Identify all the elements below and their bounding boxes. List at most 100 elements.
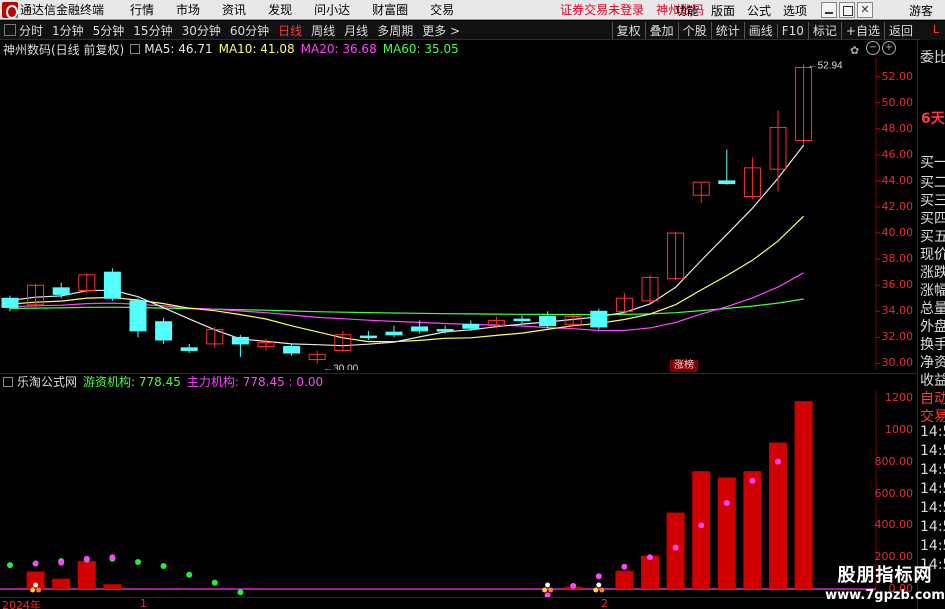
sidebar-item[interactable]: 外盘 (920, 316, 945, 336)
sidebar-item[interactable]: 14:56 (920, 538, 945, 554)
price-tick: 42.00 (881, 199, 914, 213)
indicator-bar (794, 401, 813, 590)
period-60min[interactable]: 60分钟 (230, 22, 269, 39)
main-panel-header: 神州数码(日线 前复权) MA5: 46.71 MA10: 41.08 MA20… (0, 41, 465, 57)
adjust-button[interactable]: 复权 (611, 22, 645, 39)
sidebar-item[interactable]: 涨跌 (920, 262, 945, 282)
indicator-bar (77, 561, 96, 590)
sidebar-item[interactable]: 14:56 (920, 462, 945, 478)
menu-formula[interactable]: 公式 (747, 2, 771, 19)
guest-label[interactable]: 游客 (909, 2, 933, 19)
period-1min[interactable]: 1分钟 (52, 22, 84, 39)
minimize-icon[interactable] (820, 2, 837, 18)
panel-toggle-icon[interactable] (4, 24, 16, 36)
sidebar-item[interactable]: 净资 (920, 352, 945, 372)
magenta-dot (647, 554, 653, 561)
price-tick: 36.00 (881, 278, 914, 292)
ma10-label: MA10: 41.08 (218, 42, 295, 56)
indicator-chart[interactable] (0, 390, 917, 597)
sidebar-item[interactable]: 14:56 (920, 481, 945, 497)
stats-button[interactable]: 统计 (710, 22, 744, 39)
period-5min[interactable]: 5分钟 (93, 22, 125, 39)
period-15min[interactable]: 15分钟 (133, 22, 172, 39)
youzi-label: 游资机构: 778.45 (83, 375, 181, 389)
maximize-icon[interactable] (838, 2, 855, 18)
candle-body (180, 347, 198, 351)
ma10-line (9, 215, 805, 343)
chart-settings-icon[interactable] (130, 44, 141, 54)
limit-up-tag: 涨榜 (670, 360, 698, 372)
magenta-dot (595, 573, 602, 580)
sidebar-item[interactable]: 14:56 (920, 424, 945, 440)
candlestick-chart[interactable]: ←52.94 ←30.00 (0, 57, 917, 370)
high-price-label: ←52.94 (808, 60, 843, 71)
menu-trade[interactable]: 交易 (430, 1, 454, 18)
login-warning[interactable]: 证券交易未登录 (560, 1, 644, 18)
sidebar-item[interactable]: 买三 (920, 190, 945, 210)
menu-options[interactable]: 选项 (783, 2, 807, 19)
green-dot (211, 579, 218, 586)
indicator-bar (641, 555, 659, 590)
sidebar-item[interactable]: 收益 (920, 370, 945, 390)
sidebar-item[interactable]: 交易 (920, 406, 945, 426)
sidebar-item[interactable]: 自动 (920, 388, 945, 408)
menu-function[interactable]: 功能 (675, 2, 699, 19)
low-price-label: ←30.00 (323, 363, 358, 370)
sidebar-item[interactable]: 14:56 (920, 500, 945, 516)
menu-wealth[interactable]: 财富圈 (372, 1, 408, 18)
sidebar-item[interactable]: 买二 (920, 172, 945, 192)
ma5-label: MA5: 46.71 (144, 42, 213, 56)
menu-market[interactable]: 行情 (130, 1, 154, 18)
panel-settings-icon[interactable]: ✿ (850, 44, 859, 57)
panel-minus-icon[interactable]: − (866, 41, 880, 55)
sidebar-item[interactable]: 买一 (920, 152, 945, 172)
sidebar-item[interactable]: 总量 (920, 298, 945, 318)
green-dot (160, 562, 167, 569)
ma5-line (9, 144, 805, 347)
add-watchlist-button[interactable]: +自选 (840, 22, 884, 39)
app-title: 通达信金融终端 (20, 3, 105, 17)
indicator-bar (52, 578, 71, 590)
f10-button[interactable]: F10 (776, 23, 808, 38)
mark-button[interactable]: 标记 (807, 22, 841, 39)
sidebar-item[interactable]: 换手 (920, 334, 945, 354)
period-weekly[interactable]: 周线 (311, 22, 335, 39)
period-multi[interactable]: 多周期 (377, 22, 413, 39)
sidebar-item[interactable]: 14:56 (920, 519, 945, 535)
period-monthly[interactable]: 月线 (344, 22, 368, 39)
menu-ask[interactable]: 问小达 (314, 1, 350, 18)
time-label-year: 2024年 (2, 599, 41, 609)
candle-body (462, 323, 480, 329)
period-30min[interactable]: 30分钟 (182, 22, 221, 39)
period-daily[interactable]: 日线 (278, 22, 302, 39)
sidebar-item[interactable]: 买四 (920, 208, 945, 228)
side-toggle[interactable]: L (920, 21, 945, 40)
sub-settings-icon[interactable] (3, 376, 13, 387)
panel-plus-icon[interactable]: + (882, 41, 896, 55)
sidebar-item[interactable]: 涨幅 (920, 280, 945, 300)
signal-marker (548, 587, 554, 593)
menu-markets[interactable]: 市场 (176, 1, 200, 18)
menu-news[interactable]: 资讯 (222, 1, 246, 18)
quote-sidebar: 6天 委比买一买二买三买四买五现价涨跌涨幅总量外盘换手净资收益自动交易14:56… (917, 40, 945, 609)
menu-discover[interactable]: 发现 (268, 1, 292, 18)
sidebar-item[interactable]: 14:56 (920, 443, 945, 459)
watermark-url: www.7gpzb.com (825, 588, 945, 603)
sidebar-item[interactable]: 买五 (920, 226, 945, 246)
close-icon[interactable]: ✕ (856, 2, 873, 18)
price-tick: 46.00 (881, 147, 914, 161)
sidebar-item[interactable]: 委比 (920, 47, 945, 67)
sidebar-item[interactable]: 现价 (920, 244, 945, 264)
period-more[interactable]: 更多 > (422, 22, 460, 39)
price-tick: 34.00 (881, 304, 914, 318)
draw-button[interactable]: 画线 (743, 22, 777, 39)
ma20-label: MA20: 36.68 (300, 42, 377, 56)
back-button[interactable]: 返回 (883, 22, 917, 39)
stock-button[interactable]: 个股 (677, 22, 711, 39)
overlay-button[interactable]: 叠加 (644, 22, 678, 39)
menu-layout[interactable]: 版面 (711, 2, 735, 19)
indicator-tick: 600.00 (874, 486, 914, 500)
period-tick[interactable]: 分时 (19, 22, 43, 39)
signal-marker (593, 587, 599, 593)
price-tick: 50.00 (881, 95, 914, 109)
